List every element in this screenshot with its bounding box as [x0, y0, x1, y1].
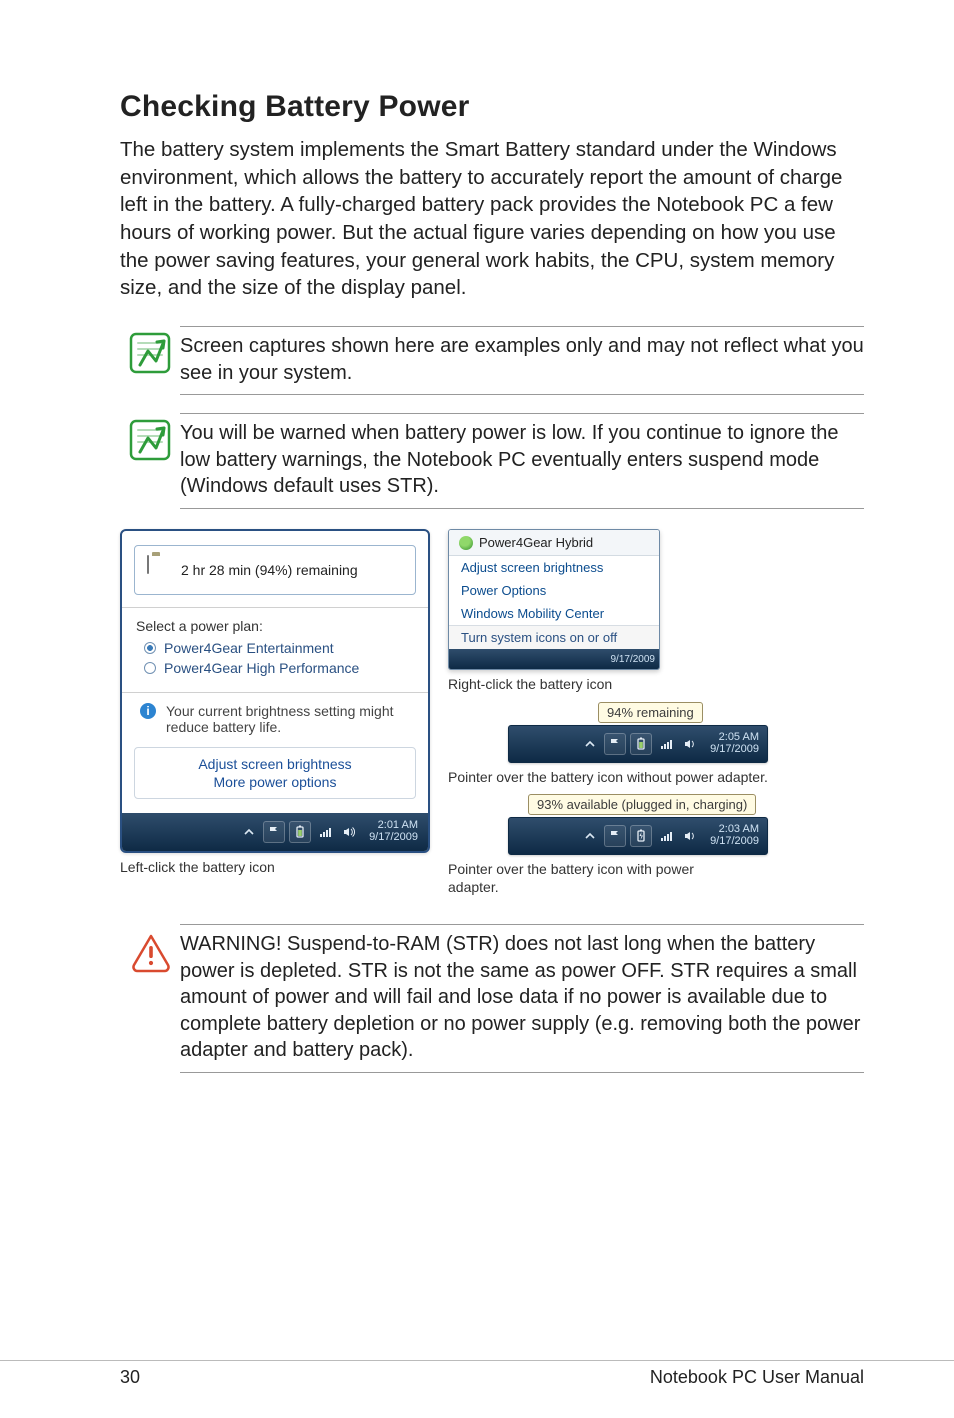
note-block-1: Screen captures shown here are examples … [120, 326, 864, 395]
battery-popup: 2 hr 28 min (94%) remaining Select a pow… [120, 529, 430, 853]
taskbar-date: 9/17/2009 [369, 832, 418, 844]
volume-icon[interactable] [680, 734, 700, 754]
select-power-plan-label: Select a power plan: [136, 618, 414, 634]
power-plan-2-label: Power4Gear High Performance [164, 660, 359, 676]
flag-icon[interactable] [604, 733, 626, 755]
tooltip2-date: 9/17/2009 [710, 836, 759, 848]
warning-block: WARNING! Suspend-to-RAM (STR) does not l… [120, 924, 864, 1073]
power-plan-option-2[interactable]: Power4Gear High Performance [144, 660, 414, 676]
page-number: 30 [120, 1367, 140, 1388]
caption-right-click: Right-click the battery icon [448, 676, 864, 694]
power4gear-icon [459, 536, 473, 550]
page-heading: Checking Battery Power [120, 90, 864, 124]
taskbar: 2:01 AM 9/17/2009 [122, 813, 428, 851]
caption-tooltip-1: Pointer over the battery icon without po… [448, 769, 864, 787]
ctx-adjust-brightness[interactable]: Adjust screen brightness [449, 556, 659, 579]
footer-title: Notebook PC User Manual [650, 1367, 864, 1388]
battery-tray-icon[interactable] [630, 733, 652, 755]
tooltip1-time: 2:05 AM [710, 732, 759, 744]
radio-selected-icon [144, 642, 156, 654]
warning-text: WARNING! Suspend-to-RAM (STR) does not l… [180, 924, 864, 1073]
network-icon[interactable] [656, 734, 676, 754]
ctx-mobility-center[interactable]: Windows Mobility Center [449, 602, 659, 625]
info-icon: i [140, 703, 156, 719]
volume-icon[interactable] [339, 822, 359, 842]
note-icon [128, 331, 172, 380]
chevron-up-icon[interactable] [580, 734, 600, 754]
remaining-text: 2 hr 28 min (94%) remaining [181, 562, 358, 578]
tooltip-2-bubble: 93% available (plugged in, charging) [528, 794, 756, 815]
power-plan-1-label: Power4Gear Entertainment [164, 640, 334, 656]
tooltip-no-adapter: 94% remaining 2:05 AM 9/17/2009 [508, 702, 768, 763]
power-plan-option-1[interactable]: Power4Gear Entertainment [144, 640, 414, 656]
caption-left-click: Left-click the battery icon [120, 859, 430, 877]
caption-tooltip-2: Pointer over the battery icon with power… [448, 861, 708, 896]
ctx-power-options[interactable]: Power Options [449, 579, 659, 602]
intro-paragraph: The battery system implements the Smart … [120, 136, 864, 302]
brightness-info-text: Your current brightness setting might re… [166, 703, 414, 735]
volume-icon[interactable] [680, 826, 700, 846]
flag-icon[interactable] [604, 825, 626, 847]
warning-icon [130, 933, 170, 973]
ctx-taskbar-date: 9/17/2009 [611, 654, 656, 665]
ctx-turn-icons[interactable]: Turn system icons on or off [449, 625, 659, 649]
more-power-options-link[interactable]: More power options [135, 774, 415, 790]
battery-tray-icon[interactable] [289, 821, 311, 843]
note-block-2: You will be warned when battery power is… [120, 413, 864, 509]
battery-charging-icon[interactable] [630, 825, 652, 847]
chevron-up-icon[interactable] [580, 826, 600, 846]
network-icon[interactable] [315, 822, 335, 842]
battery-context-menu: Power4Gear Hybrid Adjust screen brightne… [448, 529, 660, 670]
tooltip1-date: 9/17/2009 [710, 744, 759, 756]
flag-icon[interactable] [263, 821, 285, 843]
radio-icon [144, 662, 156, 674]
chevron-up-icon[interactable] [239, 822, 259, 842]
tooltip-1-bubble: 94% remaining [598, 702, 703, 723]
network-icon[interactable] [656, 826, 676, 846]
remaining-box: 2 hr 28 min (94%) remaining [134, 545, 416, 595]
battery-icon [147, 556, 165, 584]
context-menu-title: Power4Gear Hybrid [479, 535, 593, 550]
brightness-info: i Your current brightness setting might … [122, 695, 428, 739]
tooltip-with-adapter: 93% available (plugged in, charging) 2:0… [508, 794, 768, 855]
note-1-text: Screen captures shown here are examples … [180, 326, 864, 395]
note-icon [128, 418, 172, 467]
note-2-text: You will be warned when battery power is… [180, 413, 864, 509]
adjust-brightness-link[interactable]: Adjust screen brightness [135, 756, 415, 772]
